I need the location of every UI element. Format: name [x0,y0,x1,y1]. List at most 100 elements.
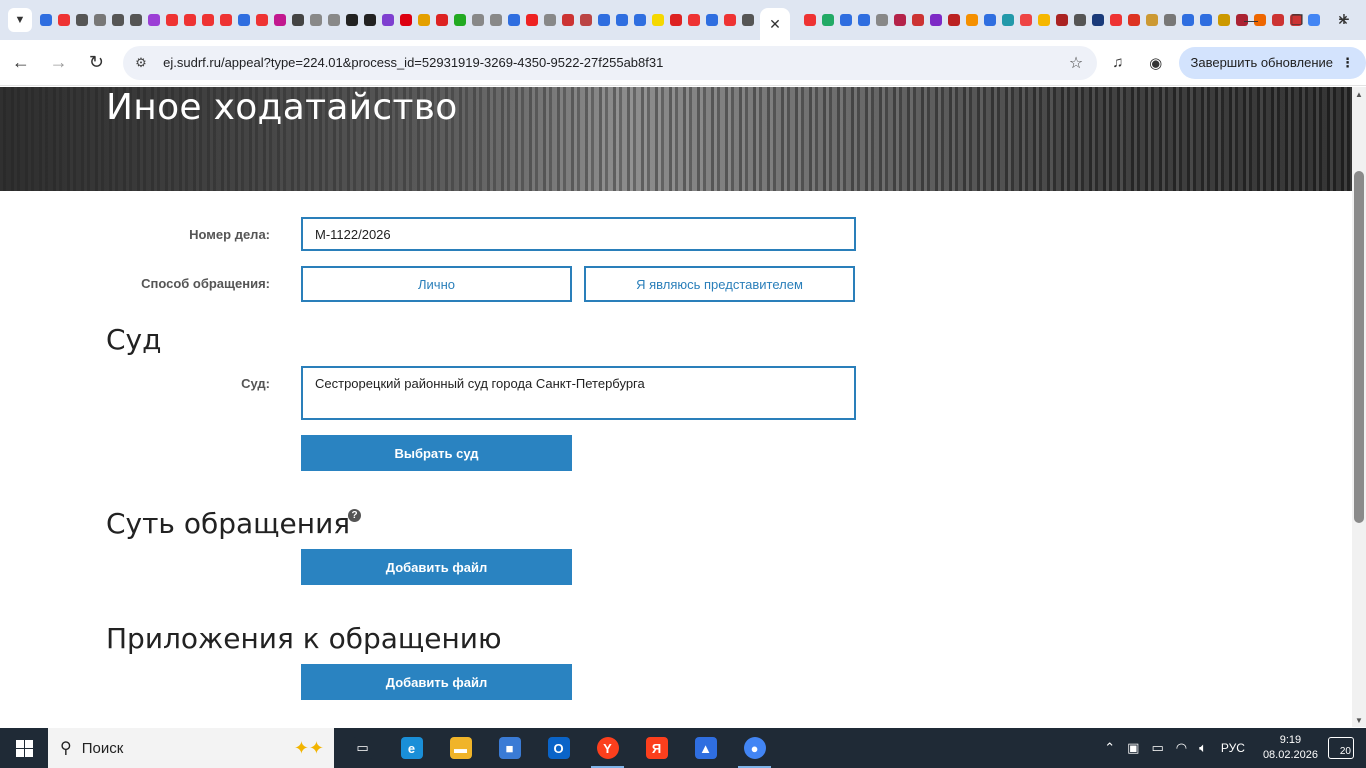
tab-favicon-icon[interactable] [1164,14,1176,26]
tab-favicon-icon[interactable] [1074,14,1086,26]
tab-favicon-icon[interactable] [984,14,996,26]
add-file-button-essence[interactable]: Добавить файл [301,549,572,585]
show-hidden-icons-chevron-icon[interactable]: ⌃ [1104,740,1115,756]
tab-favicon-icon[interactable] [1200,14,1212,26]
tab-favicon-icon[interactable] [166,14,178,26]
tab-favicon-icon[interactable] [346,14,358,26]
tab-favicon-icon[interactable] [508,14,520,26]
taskbar-app-yandex[interactable]: Я [632,728,681,768]
media-controls-icon[interactable]: ♫ [1101,46,1135,80]
clock[interactable]: 9:19 08.02.2026 [1263,733,1318,763]
tab-favicon-icon[interactable] [490,14,502,26]
tab-favicon-icon[interactable] [418,14,430,26]
tab-favicon-icon[interactable] [724,14,736,26]
notification-center-icon[interactable]: 20 [1328,737,1354,759]
tab-favicon-icon[interactable] [1092,14,1104,26]
tab-favicon-icon[interactable] [616,14,628,26]
reload-icon[interactable]: ↻ [79,46,113,80]
input-language[interactable]: РУС [1221,741,1245,755]
method-representative-button[interactable]: Я являюсь представителем [584,266,855,302]
scroll-down-arrow-icon[interactable]: ▼ [1352,713,1366,727]
tab-favicon-icon[interactable] [202,14,214,26]
tab-favicon-icon[interactable] [562,14,574,26]
tab-favicon-icon[interactable] [670,14,682,26]
tab-favicon-icon[interactable] [400,14,412,26]
tab-favicon-icon[interactable] [1128,14,1140,26]
tab-favicon-icon[interactable] [912,14,924,26]
tab-favicon-icon[interactable] [454,14,466,26]
tab-favicon-icon[interactable] [1182,14,1194,26]
method-personal-button[interactable]: Лично [301,266,572,302]
minimize-icon[interactable]: — [1228,0,1274,40]
taskbar-app-outlook[interactable]: O [534,728,583,768]
tab-favicon-icon[interactable] [1146,14,1158,26]
taskbar-app-yandex-browser[interactable]: Y [583,728,632,768]
address-bar[interactable]: ⚙ ej.sudrf.ru/appeal?type=224.01&process… [123,45,1098,80]
court-field[interactable]: Сестрорецкий районный суд города Санкт-П… [301,366,856,420]
finish-update-button[interactable]: Завершить обновление ⋮ [1178,46,1366,79]
choose-court-button[interactable]: Выбрать суд [301,435,572,471]
copilot-sparkle-icon[interactable]: ✦✦ [294,738,324,759]
taskbar-app-chrome[interactable]: ● [730,728,779,768]
tab-favicon-icon[interactable] [858,14,870,26]
more-menu-icon[interactable]: ⋮ [1341,55,1354,71]
tab-favicon-icon[interactable] [688,14,700,26]
battery-icon[interactable]: ▭ [1151,740,1163,756]
forward-arrow-icon[interactable]: → [42,46,76,80]
tab-favicon-icon[interactable] [148,14,160,26]
url-text[interactable]: ej.sudrf.ru/appeal?type=224.01&process_i… [163,55,1061,70]
tab-favicon-icon[interactable] [1038,14,1050,26]
tab-favicon-icon[interactable] [706,14,718,26]
tab-favicon-icon[interactable] [526,14,538,26]
tab-favicon-icon[interactable] [742,14,754,26]
tab-favicon-icon[interactable] [328,14,340,26]
tab-favicon-icon[interactable] [544,14,556,26]
tab-favicon-icon[interactable] [1056,14,1068,26]
tab-favicon-icon[interactable] [804,14,816,26]
tab-favicon-icon[interactable] [966,14,978,26]
tab-favicon-icon[interactable] [256,14,268,26]
tab-favicon-icon[interactable] [274,14,286,26]
taskbar-app-yandex-disk[interactable]: ▲ [681,728,730,768]
tab-close-icon[interactable]: ✕ [769,16,781,33]
tab-favicon-icon[interactable] [580,14,592,26]
taskbar-app-microsoft-store[interactable]: ■ [485,728,534,768]
tab-favicon-icon[interactable] [1110,14,1122,26]
tab-favicon-icon[interactable] [1020,14,1032,26]
network-icon[interactable]: ◠ [1176,740,1187,756]
tab-favicon-icon[interactable] [634,14,646,26]
tab-favicon-icon[interactable] [130,14,142,26]
volume-icon[interactable]: 🔈︎ [1199,740,1207,756]
page-scrollbar[interactable]: ▲ ▼ [1352,87,1366,727]
help-question-icon[interactable]: ? [348,509,361,522]
scroll-up-arrow-icon[interactable]: ▲ [1352,87,1366,101]
scrollbar-thumb[interactable] [1354,171,1364,523]
taskbar-app-file-explorer[interactable]: ▬ [436,728,485,768]
back-arrow-icon[interactable]: ← [4,46,38,80]
tab-favicon-icon[interactable] [94,14,106,26]
tab-favicon-icon[interactable] [472,14,484,26]
tab-favicon-icon[interactable] [76,14,88,26]
tab-favicon-icon[interactable] [220,14,232,26]
tab-favicon-icon[interactable] [598,14,610,26]
bookmark-star-icon[interactable]: ☆ [1061,53,1091,73]
tab-favicon-icon[interactable] [822,14,834,26]
tab-favicon-icon[interactable] [840,14,852,26]
add-file-button-attachments[interactable]: Добавить файл [301,664,572,700]
tab-favicon-icon[interactable] [112,14,124,26]
tab-favicon-icon[interactable] [930,14,942,26]
meet-now-icon[interactable]: ▣ [1127,740,1139,756]
taskbar-search[interactable]: ⚲ Поиск ✦✦ [48,728,334,768]
tab-favicon-icon[interactable] [876,14,888,26]
restore-icon[interactable]: ❐ [1274,0,1320,40]
tab-favicon-icon[interactable] [1002,14,1014,26]
tab-favicon-icon[interactable] [948,14,960,26]
tab-favicon-icon[interactable] [40,14,52,26]
tab-favicon-icon[interactable] [58,14,70,26]
tab-favicon-icon[interactable] [382,14,394,26]
taskbar-app-edge[interactable]: e [387,728,436,768]
tab-search-chevron-down-icon[interactable]: ▼ [8,8,32,32]
case-number-field[interactable]: М-1122/2026 [301,217,856,251]
tab-favicon-icon[interactable] [894,14,906,26]
active-tab[interactable]: ✕ [760,8,790,40]
